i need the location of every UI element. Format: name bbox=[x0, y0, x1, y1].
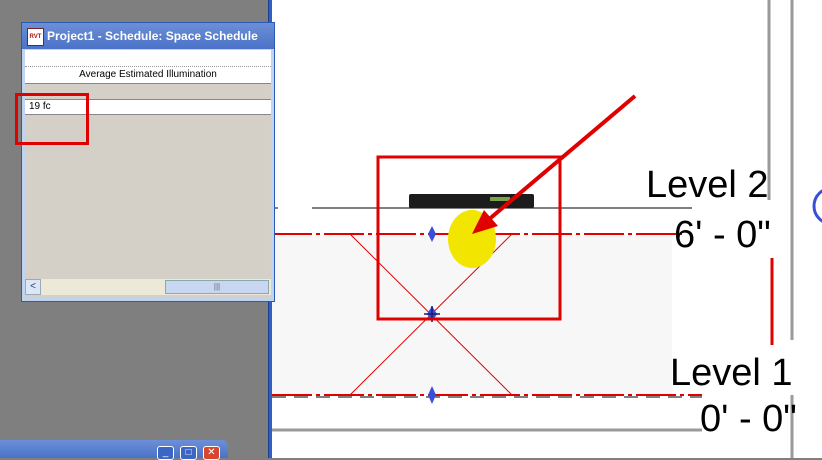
window-title: Project1 - Schedule: Space Schedule bbox=[47, 29, 258, 43]
schedule-titlebar[interactable]: RVT Project1 - Schedule: Space Schedule bbox=[22, 23, 274, 49]
drawing-canvas[interactable]: Level 2 6' - 0" Level 1 0' - 0" bbox=[272, 0, 822, 458]
cell-highlight-box bbox=[15, 93, 89, 145]
level2-elevation: 6' - 0" bbox=[674, 214, 771, 256]
level-head-icon bbox=[812, 189, 822, 223]
column-header[interactable]: Average Estimated Illumination bbox=[25, 67, 271, 84]
level2-name: Level 2 bbox=[646, 164, 769, 206]
scroll-thumb[interactable]: ||| bbox=[165, 280, 269, 294]
level1-elevation: 0' - 0" bbox=[700, 398, 797, 440]
scroll-left-button[interactable]: < bbox=[25, 279, 41, 295]
minimized-window-bar[interactable]: _ □ ✕ bbox=[0, 440, 228, 460]
schedule-title-row bbox=[25, 50, 271, 67]
horizontal-scrollbar[interactable]: < ||| bbox=[25, 279, 271, 295]
schedule-window[interactable]: RVT Project1 - Schedule: Space Schedule … bbox=[21, 22, 275, 302]
revit-app-icon: RVT bbox=[27, 28, 44, 46]
level1-name: Level 1 bbox=[670, 352, 793, 394]
schedule-grid: Average Estimated Illumination 19 fc bbox=[25, 50, 271, 298]
